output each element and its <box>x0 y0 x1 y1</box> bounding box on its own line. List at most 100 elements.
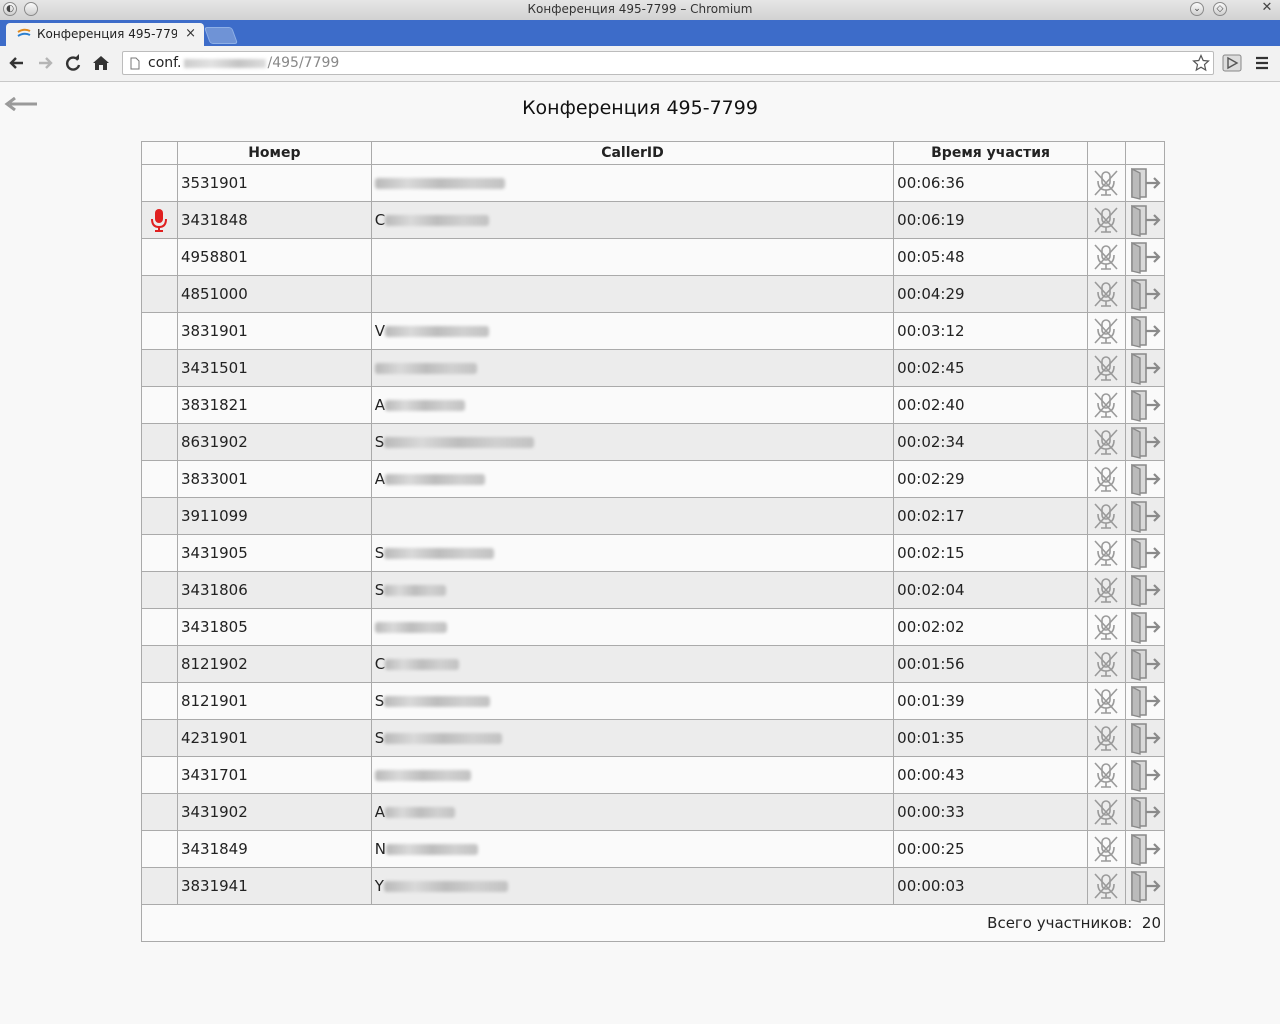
mic-muted-icon <box>1091 871 1122 901</box>
mic-muted-icon <box>1091 575 1122 605</box>
participant-number: 3831901 <box>176 312 372 350</box>
kick-button[interactable] <box>1124 682 1166 720</box>
callerid-redacted <box>385 474 486 485</box>
kick-button[interactable] <box>1124 423 1166 461</box>
kick-button[interactable] <box>1124 460 1166 498</box>
window-title: Конференция 495-7799 – Chromium <box>527 2 753 16</box>
menu-icon[interactable] <box>1254 55 1270 71</box>
participant-callerid: A <box>370 386 895 424</box>
kick-button[interactable] <box>1124 793 1166 831</box>
callerid-visible-char: A <box>374 803 386 821</box>
mute-button[interactable] <box>1086 756 1126 794</box>
mic-muted-icon <box>1091 686 1122 716</box>
callerid-visible-char: C <box>374 211 386 229</box>
mute-button[interactable] <box>1086 867 1126 905</box>
callerid-redacted <box>384 548 495 559</box>
callerid-redacted <box>384 437 535 448</box>
mic-muted-icon <box>1091 538 1122 568</box>
kick-button[interactable] <box>1124 645 1166 683</box>
mute-button[interactable] <box>1086 201 1126 239</box>
speaking-indicator <box>141 682 178 720</box>
kick-button[interactable] <box>1124 867 1166 905</box>
tab-conference[interactable]: Конференция 495-7799 × <box>6 23 204 46</box>
mute-button[interactable] <box>1086 423 1126 461</box>
extension-icon[interactable] <box>1222 54 1242 72</box>
speaking-indicator <box>141 275 178 313</box>
kick-button[interactable] <box>1124 534 1166 572</box>
table-footer-row: Всего участников: 20 <box>141 904 1165 942</box>
kick-button[interactable] <box>1124 349 1166 387</box>
speaking-indicator <box>141 830 178 868</box>
speaking-indicator <box>141 719 178 757</box>
window-titlebar: ◐ Конференция 495-7799 – Chromium ⌄ ◇ ✕ <box>0 0 1280 21</box>
participant-number: 3831821 <box>176 386 372 424</box>
kick-button[interactable] <box>1124 386 1166 424</box>
mute-button[interactable] <box>1086 238 1126 276</box>
mute-button[interactable] <box>1086 275 1126 313</box>
kick-button[interactable] <box>1124 608 1166 646</box>
mic-muted-icon <box>1091 464 1122 494</box>
tab-close-icon[interactable]: × <box>185 26 196 41</box>
participant-number: 3431501 <box>176 349 372 387</box>
kick-button[interactable] <box>1124 312 1166 350</box>
mute-button[interactable] <box>1086 497 1126 535</box>
bookmark-star-icon[interactable] <box>1192 54 1210 72</box>
address-bar[interactable]: conf. /495/7799 <box>122 51 1214 75</box>
new-tab-button[interactable] <box>203 27 239 44</box>
kick-button[interactable] <box>1124 497 1166 535</box>
mute-button[interactable] <box>1086 534 1126 572</box>
kick-button[interactable] <box>1124 164 1166 202</box>
participant-time: 00:01:39 <box>893 682 1088 720</box>
mute-button[interactable] <box>1086 719 1126 757</box>
kick-button[interactable] <box>1124 201 1166 239</box>
speaking-indicator <box>141 238 178 276</box>
table-row: 3531901 00:06:36 <box>141 164 1166 202</box>
reload-icon[interactable] <box>62 52 84 74</box>
mic-muted-icon <box>1091 834 1122 864</box>
participant-number: 3431849 <box>176 830 372 868</box>
kick-button[interactable] <box>1124 571 1166 609</box>
back-icon[interactable] <box>6 52 28 74</box>
mic-muted-icon <box>1091 760 1122 790</box>
forward-icon[interactable] <box>34 52 56 74</box>
kick-button[interactable] <box>1124 275 1166 313</box>
kick-button[interactable] <box>1124 830 1166 868</box>
window-maximize-icon[interactable]: ◇ <box>1213 2 1227 16</box>
participant-callerid: A <box>370 793 895 831</box>
mute-button[interactable] <box>1086 793 1126 831</box>
home-icon[interactable] <box>90 52 112 74</box>
callerid-visible-char: Y <box>374 877 384 895</box>
participant-callerid: A <box>370 460 895 498</box>
mute-button[interactable] <box>1086 645 1126 683</box>
speaking-indicator <box>141 201 178 239</box>
participant-number: 3431902 <box>176 793 372 831</box>
mute-button[interactable] <box>1086 571 1126 609</box>
mute-button[interactable] <box>1086 608 1126 646</box>
mute-button[interactable] <box>1086 830 1126 868</box>
participant-callerid <box>370 164 895 202</box>
kick-button[interactable] <box>1124 238 1166 276</box>
exit-door-icon <box>1129 166 1161 200</box>
mute-button[interactable] <box>1086 460 1126 498</box>
participant-time: 00:00:43 <box>893 756 1088 794</box>
kick-button[interactable] <box>1124 756 1166 794</box>
mute-button[interactable] <box>1086 682 1126 720</box>
participant-time: 00:03:12 <box>893 312 1088 350</box>
participant-number: 8121901 <box>176 682 372 720</box>
callerid-visible-char: S <box>374 581 385 599</box>
mute-button[interactable] <box>1086 386 1126 424</box>
page-title: Конференция 495-7799 <box>522 97 758 119</box>
exit-door-icon <box>1129 758 1161 792</box>
window-minimize-icon[interactable]: ⌄ <box>1190 2 1204 16</box>
kick-button[interactable] <box>1124 719 1166 757</box>
participant-time: 00:02:15 <box>893 534 1088 572</box>
participant-time: 00:02:02 <box>893 608 1088 646</box>
mute-button[interactable] <box>1086 312 1126 350</box>
mute-button[interactable] <box>1086 164 1126 202</box>
participants-table: Номер CallerID Время участия 3531901 00:0… <box>141 141 1166 942</box>
window-close-icon[interactable]: ✕ <box>1260 1 1274 16</box>
callerid-visible-char: S <box>374 544 385 562</box>
participant-number: 3431805 <box>176 608 372 646</box>
tab-strip: Конференция 495-7799 × <box>0 20 1280 46</box>
mute-button[interactable] <box>1086 349 1126 387</box>
